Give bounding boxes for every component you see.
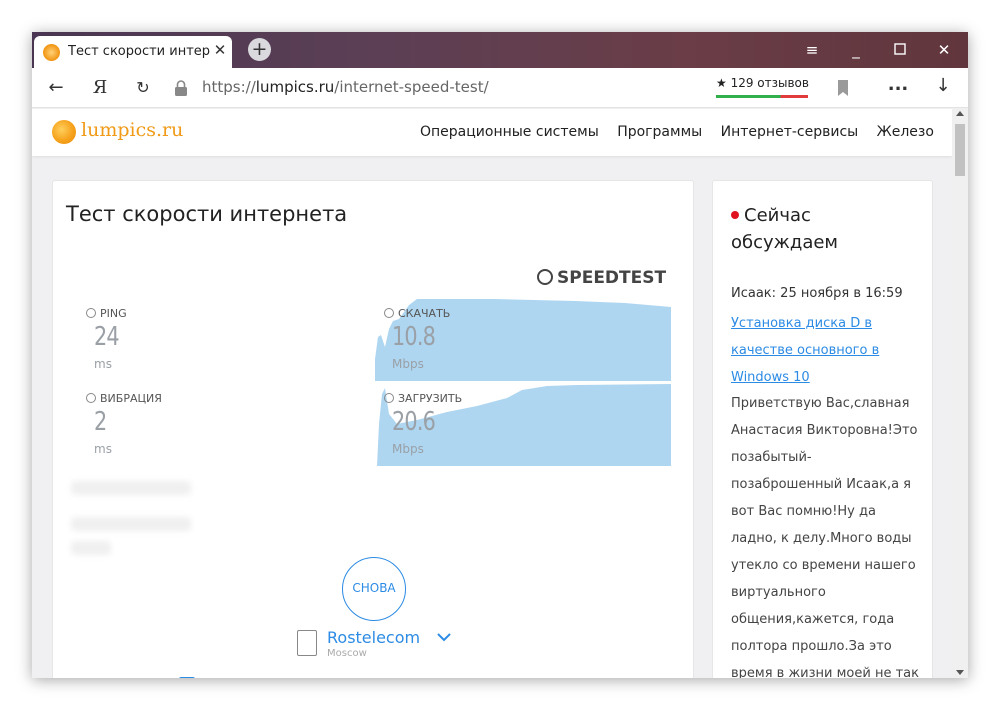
- jitter-icon: [86, 393, 96, 403]
- ping-unit: ms: [94, 357, 112, 371]
- browser-menu-button[interactable]: ≡: [797, 39, 827, 61]
- results-icon[interactable]: [179, 677, 195, 678]
- scroll-down-arrow-icon[interactable]: [956, 670, 964, 675]
- download-label-text: СКАЧАТЬ: [398, 307, 451, 320]
- sidebar-heading: Сейчас обсуждаем: [731, 202, 921, 256]
- discussion-sidebar: Сейчас обсуждаем Исаак: 25 ноября в 16:5…: [712, 180, 933, 678]
- ping-label: PING: [86, 307, 127, 320]
- minimize-button[interactable]: _: [841, 39, 871, 61]
- jitter-label-text: ВИБРАЦИЯ: [100, 392, 162, 405]
- orange-logo-icon[interactable]: [52, 120, 76, 144]
- page-title: Тест скорости интернета: [66, 202, 348, 226]
- close-window-button[interactable]: ✕: [929, 39, 959, 61]
- maximize-icon: [894, 43, 906, 55]
- site-header: lumpics.ru Операционные системы Программ…: [32, 109, 952, 156]
- blurred-info-row: [71, 541, 111, 555]
- tab-title: Тест скорости интернет: [68, 44, 210, 59]
- more-options-button[interactable]: ...: [887, 74, 909, 98]
- ping-label-text: PING: [100, 307, 127, 320]
- blurred-info-row: [71, 481, 191, 495]
- site-favicon-icon: [43, 44, 60, 61]
- upload-icon: [384, 393, 394, 403]
- browser-window: Тест скорости интернет ✕ + ≡ _ ✕ ← Я ↻ h…: [32, 32, 968, 678]
- nav-item-os[interactable]: Операционные системы: [420, 124, 599, 140]
- upload-label: ЗАГРУЗИТЬ: [384, 392, 462, 405]
- yandex-button[interactable]: Я: [87, 76, 113, 100]
- rating-bar: [716, 95, 808, 98]
- speedometer-icon: [537, 269, 553, 285]
- speedtest-brand: SPEEDTEST: [557, 268, 667, 288]
- blurred-info-row: [71, 517, 191, 531]
- sidebar-heading-text: Сейчас обсуждаем: [731, 205, 839, 253]
- download-icon: [384, 308, 394, 318]
- server-icon: [297, 630, 317, 656]
- download-label: СКАЧАТЬ: [384, 307, 450, 320]
- new-tab-button[interactable]: +: [248, 38, 271, 61]
- jitter-value: 2: [94, 407, 107, 437]
- scroll-thumb[interactable]: [955, 124, 965, 176]
- back-button[interactable]: ←: [43, 76, 69, 100]
- nav-item-programs[interactable]: Программы: [617, 124, 702, 140]
- title-bar: Тест скорости интернет ✕ + ≡ _ ✕: [32, 32, 968, 68]
- nav-item-hardware[interactable]: Железо: [877, 124, 934, 140]
- scrollbar[interactable]: [952, 109, 968, 678]
- download-value: 10.8: [392, 322, 436, 352]
- scroll-up-arrow-icon[interactable]: [956, 111, 964, 116]
- server-name[interactable]: Rostelecom: [327, 628, 420, 647]
- url-field[interactable]: https://lumpics.ru/internet-speed-test/: [202, 78, 489, 96]
- address-bar: ← Я ↻ https://lumpics.ru/internet-speed-…: [32, 68, 968, 108]
- comment-meta: Исаак: 25 ноября в 16:59: [731, 286, 903, 301]
- ping-icon: [86, 308, 96, 318]
- reload-button[interactable]: ↻: [130, 76, 156, 100]
- speedtest-card: Тест скорости интернета SPEEDTEST PING 2…: [52, 180, 694, 678]
- site-logo[interactable]: lumpics.ru: [81, 119, 183, 141]
- speedtest-logo: SPEEDTEST: [537, 268, 672, 292]
- chevron-down-icon[interactable]: [436, 630, 452, 644]
- browser-tab[interactable]: Тест скорости интернет ✕: [34, 36, 232, 68]
- site-nav: Операционные системы Программы Интернет-…: [420, 124, 948, 140]
- live-dot-icon: [731, 211, 739, 219]
- url-host: lumpics.ru: [255, 78, 335, 96]
- server-location: Moscow: [327, 648, 367, 659]
- jitter-label: ВИБРАЦИЯ: [86, 392, 162, 405]
- comment-text: Приветствую Вас,славная Анастасия Виктор…: [731, 396, 919, 678]
- downloads-button[interactable]: ↓: [932, 75, 954, 99]
- page-content: lumpics.ru Операционные системы Программ…: [32, 109, 968, 678]
- nav-item-internet-services[interactable]: Интернет-сервисы: [721, 124, 859, 140]
- article-link[interactable]: Установка диска D в качестве основного в…: [731, 310, 891, 391]
- upload-label-text: ЗАГРУЗИТЬ: [398, 392, 463, 405]
- ping-value: 24: [94, 322, 120, 352]
- again-button[interactable]: СНОВА: [342, 557, 406, 621]
- jitter-unit: ms: [94, 442, 112, 456]
- reviews-label: ★ 129 отзывов: [716, 76, 809, 90]
- url-scheme: https://: [202, 78, 256, 96]
- lock-icon: [175, 80, 187, 96]
- tab-close-icon[interactable]: ✕: [211, 41, 229, 61]
- upload-value: 20.6: [392, 407, 436, 437]
- upload-unit: Mbps: [392, 442, 424, 456]
- url-path: /internet-speed-test/: [334, 78, 489, 96]
- reviews-badge[interactable]: ★ 129 отзывов: [716, 75, 809, 101]
- bookmark-icon[interactable]: [834, 77, 852, 99]
- maximize-button[interactable]: [885, 39, 915, 61]
- download-unit: Mbps: [392, 357, 424, 371]
